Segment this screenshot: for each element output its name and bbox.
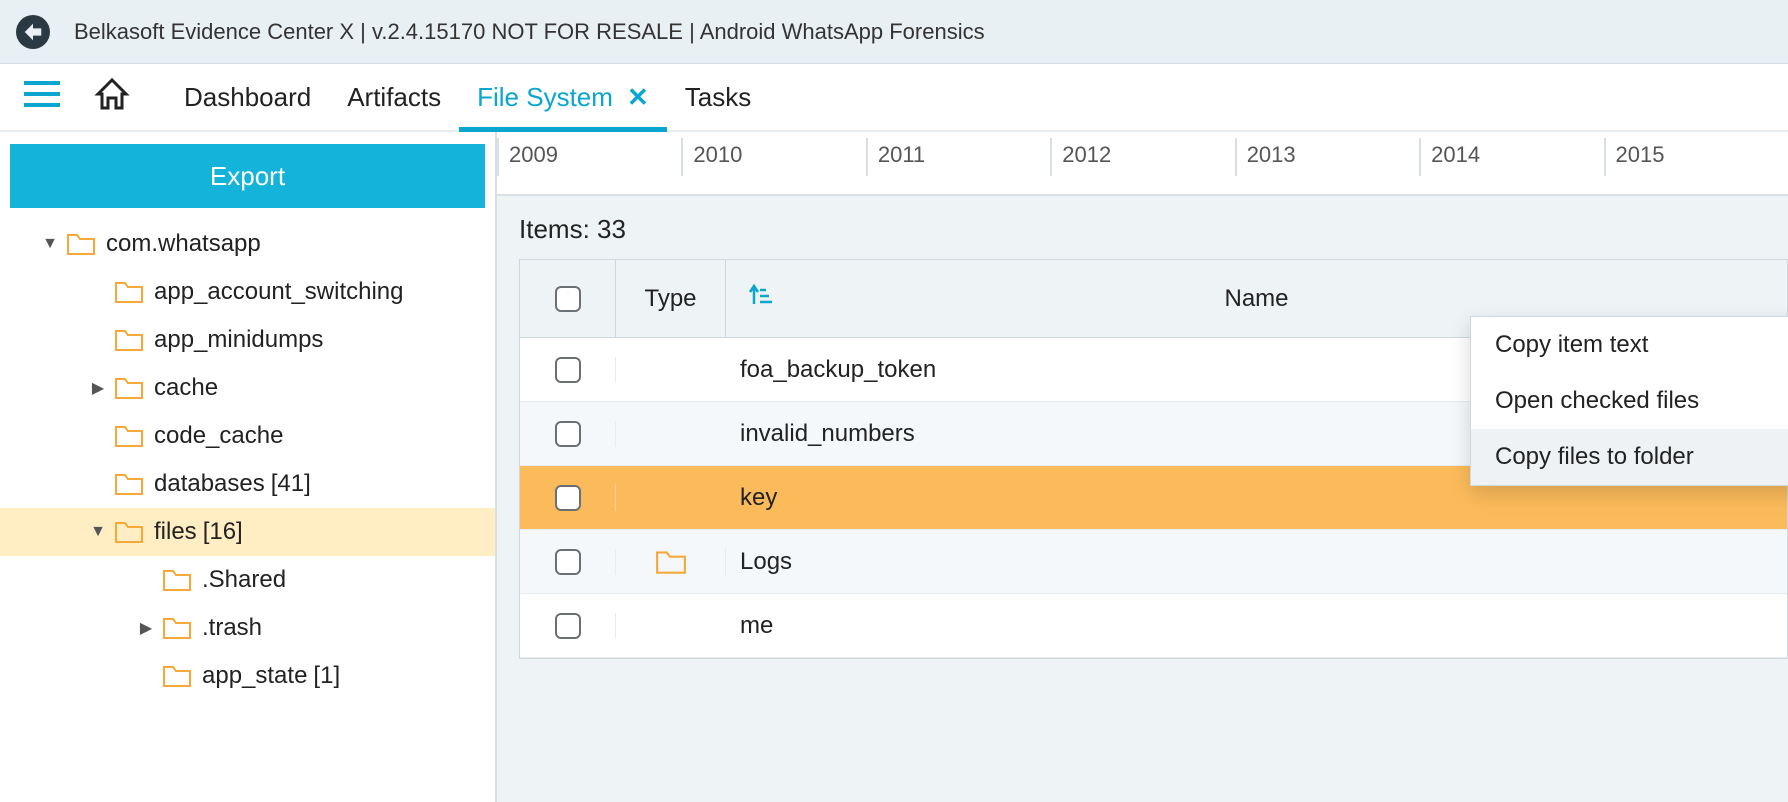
timeline-year[interactable]: 2010 [681,138,865,176]
export-label: Export [210,161,285,192]
timeline-year[interactable]: 2009 [497,138,681,176]
tab-dashboard[interactable]: Dashboard [166,64,329,130]
tree-item[interactable]: ▶code_cache [0,412,495,460]
timeline-year[interactable]: 2013 [1235,138,1419,176]
tree-item-label: files [154,518,197,546]
tree-item[interactable]: ▶app_state [1] [0,652,495,700]
tree-item[interactable]: ▶app_account_switching [0,268,495,316]
tabbar: Dashboard Artifacts File System ✕ Tasks [0,64,1788,132]
tree-item-count: [16] [203,518,243,546]
tree-item[interactable]: ▶app_minidumps [0,316,495,364]
row-checkbox[interactable] [520,613,616,639]
tree-item-count: [1] [313,662,340,690]
context-menu: Copy item textOpen checked filesCopy fil… [1470,316,1788,486]
main-panel: 2009201020112012201320142015 Items: 33 T… [495,132,1788,802]
row-checkbox[interactable] [520,421,616,447]
tree-item-label: com.whatsapp [106,230,261,258]
chevron-right-icon[interactable]: ▶ [136,618,156,638]
context-menu-item[interactable]: Copy files to folder [1471,429,1788,485]
tab-label: Artifacts [347,82,441,113]
items-count: Items: 33 [519,214,1788,245]
row-name: me [726,612,1787,640]
timeline-year[interactable]: 2012 [1050,138,1234,176]
timeline-year[interactable]: 2014 [1419,138,1603,176]
tree-item[interactable]: ▶.Shared [0,556,495,604]
folder-icon [114,519,144,545]
tree-item-label: code_cache [154,422,283,450]
export-button[interactable]: Export [10,144,485,208]
tree-item-label: cache [154,374,218,402]
hamburger-icon[interactable] [22,79,62,115]
items-area: Items: 33 Type Name foa_backup_tokeninva… [497,196,1788,802]
tree-item[interactable]: ▶ cache [0,364,495,412]
tree-item-label: app_minidumps [154,326,323,354]
table-row[interactable]: me [520,594,1787,658]
sort-asc-icon[interactable] [748,282,774,315]
tree-item[interactable]: ▼ com.whatsapp [0,220,495,268]
row-checkbox[interactable] [520,357,616,383]
header-type-label: Type [644,285,696,313]
tree-item-label: databases [154,470,265,498]
row-type [616,548,726,576]
app-title: Belkasoft Evidence Center X | v.2.4.1517… [74,19,985,45]
timeline[interactable]: 2009201020112012201320142015 [497,132,1788,196]
folder-icon [66,231,96,257]
folder-icon [162,663,192,689]
folder-icon [162,567,192,593]
tab-label: Dashboard [184,82,311,113]
sidebar: Export ▼com.whatsapp▶app_account_switchi… [0,132,495,802]
titlebar: Belkasoft Evidence Center X | v.2.4.1517… [0,0,1788,64]
folder-icon [114,327,144,353]
table-row[interactable]: Logs [520,530,1787,594]
context-menu-item[interactable]: Open checked files [1471,373,1788,429]
chevron-down-icon[interactable]: ▼ [40,235,60,253]
tab-artifacts[interactable]: Artifacts [329,64,459,130]
tree-item[interactable]: ▼ files [16] [0,508,495,556]
tab-label: Tasks [685,82,751,113]
timeline-year[interactable]: 2011 [866,138,1050,176]
tree-item[interactable]: ▶databases [41] [0,460,495,508]
tab-tasks[interactable]: Tasks [667,64,769,130]
tree-item[interactable]: ▶ .trash [0,604,495,652]
home-icon[interactable] [92,74,132,120]
row-checkbox[interactable] [520,485,616,511]
header-name-label: Name [1224,285,1288,313]
tree-item-count: [41] [271,470,311,498]
tab-label: File System [477,82,613,113]
tree-item-label: .trash [202,614,262,642]
row-name: Logs [726,548,1787,576]
context-menu-item[interactable]: Copy item text [1471,317,1788,373]
folder-icon [114,471,144,497]
header-type[interactable]: Type [616,260,726,337]
row-checkbox[interactable] [520,549,616,575]
folder-icon [114,423,144,449]
file-tree: ▼com.whatsapp▶app_account_switching▶app_… [0,218,495,700]
tree-item-label: .Shared [202,566,286,594]
timeline-year[interactable]: 2015 [1604,138,1788,176]
tab-filesystem[interactable]: File System ✕ [459,64,667,130]
chevron-down-icon[interactable]: ▼ [88,523,108,541]
folder-icon [114,279,144,305]
folder-icon [162,615,192,641]
close-tab-icon[interactable]: ✕ [627,82,649,113]
tree-item-label: app_account_switching [154,278,404,306]
app-logo-icon [16,15,50,49]
header-checkbox[interactable] [520,260,616,337]
tree-item-label: app_state [202,662,307,690]
folder-icon [114,375,144,401]
chevron-right-icon[interactable]: ▶ [88,378,108,398]
row-name: key [726,484,1787,512]
